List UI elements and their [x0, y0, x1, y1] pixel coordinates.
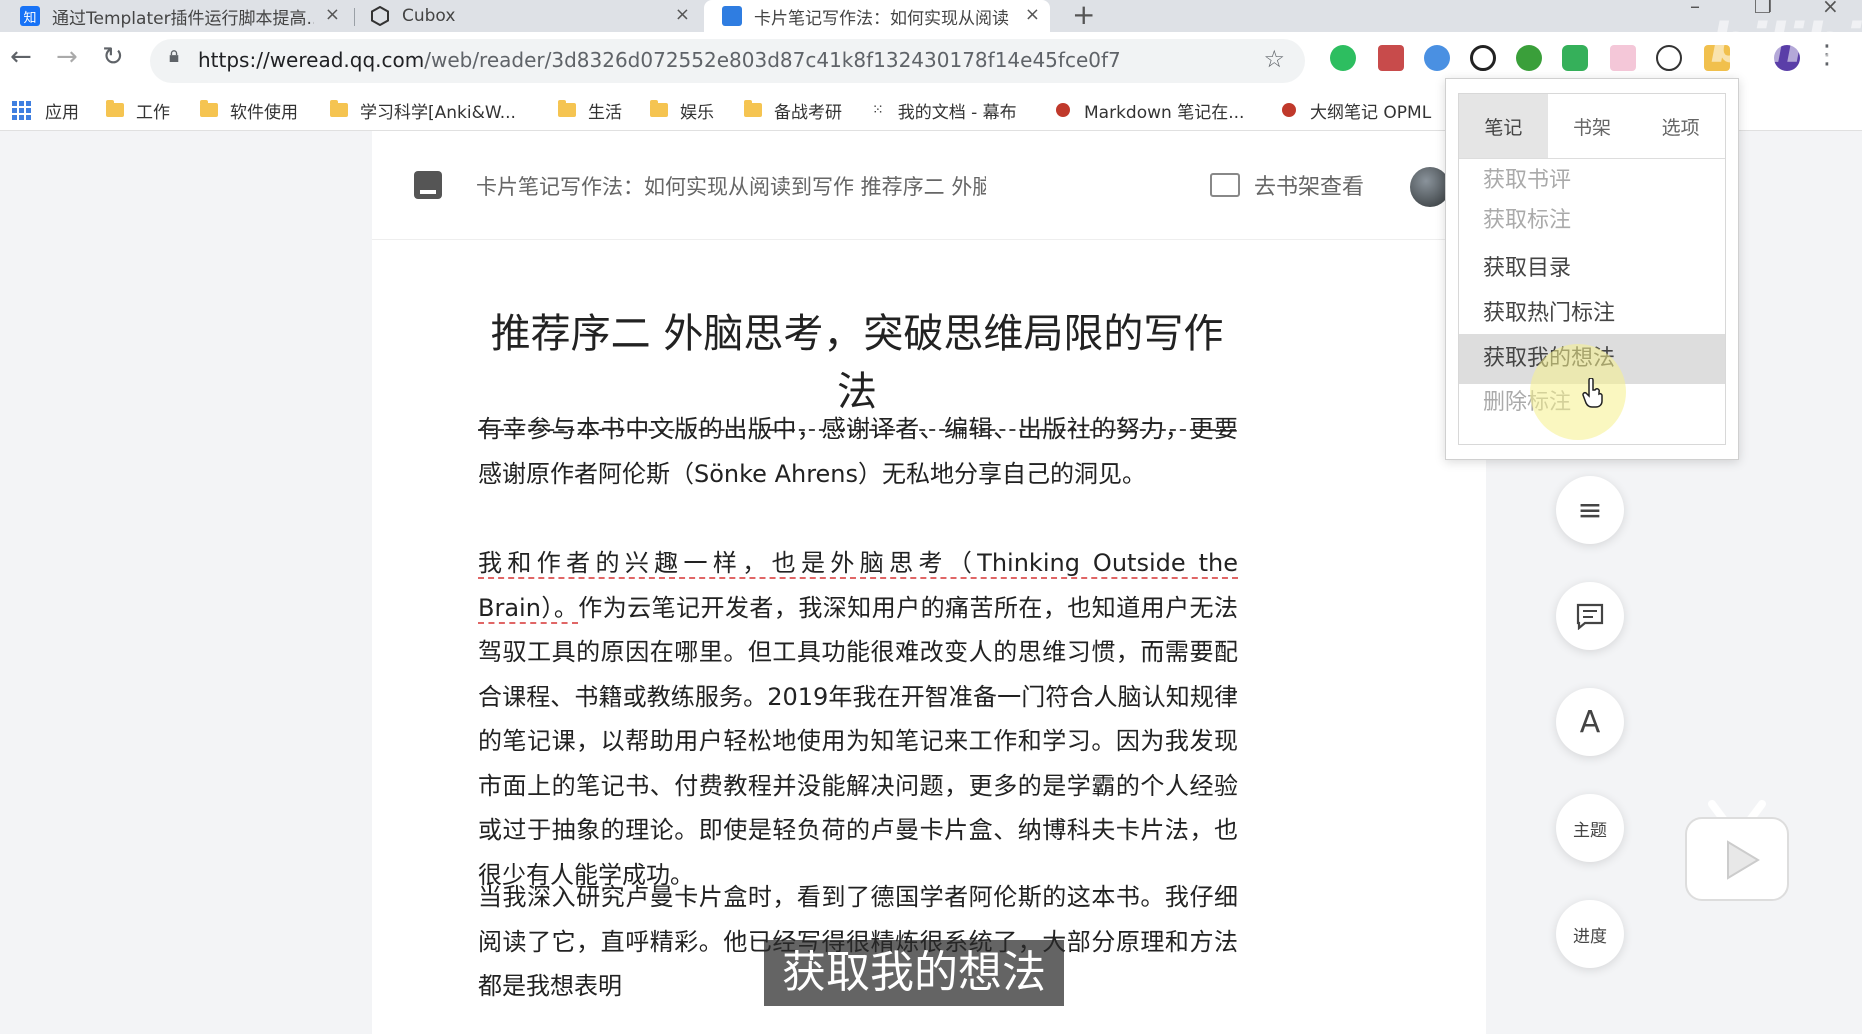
cubox-icon [370, 6, 390, 26]
bookmark-apps[interactable]: 应用 [12, 90, 79, 130]
go-to-shelf-button[interactable]: 去书架查看 [1210, 169, 1364, 201]
reader-header: 卡片笔记写作法：如何实现从阅读到写作 推荐序二 外脑思考... 去书架查看 [372, 131, 1486, 240]
book-title[interactable]: 卡片笔记写作法：如何实现从阅读到写作 推荐序二 外脑思考... [476, 171, 986, 201]
menu-item-get-reviews[interactable]: 获取书评 [1459, 158, 1725, 204]
bookmark-mubu[interactable]: ⁙ 我的文档 - 幕布 [872, 90, 1017, 130]
bookmark-label: 我的文档 - 幕布 [897, 102, 1017, 123]
theme-button[interactable]: 主题 [1556, 794, 1624, 862]
bookmark-label: 生活 [588, 102, 622, 123]
video-subtitle: 获取我的想法 [764, 940, 1064, 1006]
url-path: /web/reader/3d8326d072552e803d87c41k8f13… [424, 48, 1121, 72]
tab-shelf[interactable]: 书架 [1548, 94, 1637, 158]
minimize-icon[interactable]: – [1690, 0, 1700, 18]
url-domain: https://weread.qq.com [198, 48, 425, 72]
paragraph-text: 作为云笔记开发者，我深知用户的痛苦所在，也知道用户无法驾驭工具的原因在哪里。但工… [478, 593, 1239, 889]
power-extension-icon[interactable] [1470, 45, 1496, 71]
cursor-highlight [1530, 344, 1626, 440]
shelf-icon [1210, 173, 1240, 197]
new-tab-icon[interactable]: + [1072, 0, 1095, 31]
tab-separator [354, 8, 355, 26]
paragraph: 我和作者的兴趣一样，也是外脑思考（Thinking Outside the Br… [478, 541, 1238, 897]
app-icon [1282, 103, 1296, 117]
bookmark-star-icon[interactable]: ☆ [1263, 45, 1285, 73]
cubox-extension-icon[interactable] [1656, 45, 1682, 71]
watermark-logo: bilibili [1710, 12, 1862, 75]
bookmark-folder[interactable]: 娱乐 [650, 90, 714, 130]
reload-icon[interactable]: ↻ [102, 42, 124, 72]
bookmark-label: 软件使用 [230, 102, 298, 123]
font-size-button[interactable]: A [1556, 688, 1624, 756]
bookmark-label: 大纲笔记 OPML [1310, 102, 1432, 123]
book-icon[interactable] [414, 171, 442, 199]
reader-page: 卡片笔记写作法：如何实现从阅读到写作 推荐序二 外脑思考... 去书架查看 推荐… [372, 131, 1486, 1034]
extension-icon[interactable] [1378, 45, 1404, 71]
progress-button[interactable]: 进度 [1556, 900, 1624, 968]
bookmark-markdown[interactable]: Markdown 笔记在... [1056, 90, 1244, 130]
tab-options[interactable]: 选项 [1636, 94, 1725, 158]
folder-icon [106, 100, 124, 117]
close-tab-icon[interactable]: × [675, 4, 690, 25]
tab-title: 通过Templater插件运行脚本提高... [52, 8, 314, 29]
app-icon [1056, 103, 1070, 117]
folder-icon [558, 100, 576, 117]
menu-icon: ≡ [1577, 492, 1603, 528]
extension-icon[interactable] [1610, 45, 1636, 71]
tab-title: Cubox [402, 6, 456, 26]
weread-icon [722, 6, 742, 26]
extension-icon[interactable] [1424, 45, 1450, 71]
tab-title: 卡片笔记写作法：如何实现从阅读... [754, 8, 1010, 29]
font-icon: A [1579, 704, 1601, 740]
tab-zhihu[interactable]: 知 通过Templater插件运行脚本提高... × [20, 0, 350, 32]
folder-icon [650, 100, 668, 117]
tab-cubox[interactable]: Cubox × [370, 0, 700, 32]
close-tab-icon[interactable]: × [325, 4, 340, 25]
address-bar[interactable]: https://weread.qq.com/web/reader/3d8326d… [150, 39, 1305, 83]
shelf-button-label: 去书架查看 [1254, 175, 1365, 200]
close-tab-icon[interactable]: × [1025, 4, 1040, 25]
avatar[interactable] [1410, 167, 1450, 207]
bookmark-label: 应用 [45, 102, 79, 123]
bookmark-label: 备战考研 [774, 102, 842, 123]
menu-item-get-popular-highlights[interactable]: 获取热门标注 [1459, 294, 1725, 334]
paragraph: 有幸参与本书中文版的出版中，感谢译者、编辑、出版社的努力，更要感谢原作者阿伦斯（… [478, 415, 1238, 488]
theme-label: 主题 [1573, 820, 1607, 841]
folder-icon [330, 100, 348, 117]
extension-icon[interactable] [1516, 45, 1542, 71]
bookmark-label: 工作 [136, 102, 170, 123]
bookmark-folder[interactable]: 学习科学[Anki&W... [330, 90, 516, 130]
bookmark-label: 学习科学[Anki&W... [360, 102, 516, 123]
apps-icon [12, 100, 31, 120]
tab-strip: 知 通过Templater插件运行脚本提高... × Cubox × 卡片笔记写… [0, 0, 1862, 32]
tab-notes[interactable]: 笔记 [1459, 94, 1548, 158]
tab-weread[interactable]: 卡片笔记写作法：如何实现从阅读... × [704, 0, 1050, 32]
bookmark-folder[interactable]: 软件使用 [200, 90, 298, 130]
menu-item-get-highlights[interactable]: 获取标注 [1459, 204, 1725, 244]
video-player-logo-icon [1685, 800, 1789, 901]
zhihu-icon: 知 [20, 6, 40, 26]
back-icon[interactable]: ← [10, 42, 32, 72]
popup-tabs: 笔记 书架 选项 [1459, 94, 1725, 159]
folder-icon [744, 100, 762, 117]
bookmark-folder[interactable]: 工作 [106, 90, 170, 130]
mubu-icon: ⁙ [872, 102, 884, 118]
bookmark-label: 娱乐 [680, 102, 714, 123]
bookmark-opml[interactable]: 大纲笔记 OPML [1282, 90, 1431, 130]
progress-label: 进度 [1573, 926, 1607, 947]
hand-cursor-icon [1582, 378, 1603, 408]
url-text: https://weread.qq.com/web/reader/3d8326d… [198, 48, 1121, 72]
notes-button[interactable] [1556, 582, 1624, 650]
bookmark-folder[interactable]: 生活 [558, 90, 622, 130]
bookmark-label: Markdown 笔记在... [1084, 102, 1245, 123]
folder-icon [200, 100, 218, 117]
toc-button[interactable]: ≡ [1556, 476, 1624, 544]
evernote-extension-icon[interactable] [1330, 45, 1356, 71]
extension-icon[interactable] [1562, 45, 1588, 71]
menu-item-get-toc[interactable]: 获取目录 [1459, 244, 1725, 294]
forward-icon[interactable]: → [56, 42, 78, 72]
bookmark-folder[interactable]: 备战考研 [744, 90, 842, 130]
comment-icon [1576, 603, 1604, 630]
lock-icon [169, 50, 179, 62]
